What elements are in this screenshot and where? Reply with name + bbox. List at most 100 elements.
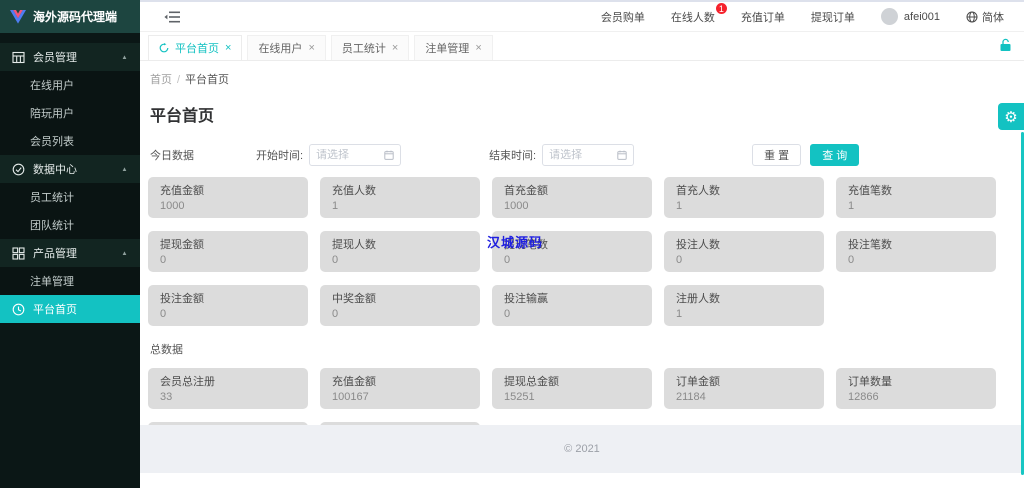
close-icon[interactable]: ×: [225, 42, 231, 54]
calendar-icon: [384, 150, 394, 160]
sidebar-item-online-users[interactable]: 在线用户: [0, 71, 140, 99]
start-date-picker[interactable]: [309, 144, 402, 166]
stat-label: 首充人数: [676, 185, 720, 197]
reset-button[interactable]: 重 置: [752, 144, 802, 166]
brand-logo: 海外源码代理端: [0, 0, 140, 33]
language-label: 简体: [982, 11, 1004, 24]
sidebar-group-product-mgmt[interactable]: 产品管理 ▲: [0, 239, 140, 267]
stat-card-total-win-amount: 中奖金额43: [320, 422, 480, 425]
online-count-badge: 1: [714, 1, 728, 15]
stat-label: 注册人数: [676, 293, 720, 305]
stat-card-recharge-amount: 充值金额 1000: [148, 177, 308, 218]
end-date-picker[interactable]: [542, 144, 635, 166]
stat-value: 1000: [504, 200, 529, 212]
sidebar-item-label: 陪玩用户: [30, 108, 74, 120]
stat-value: 0: [504, 254, 511, 266]
stat-card-total-withdraw: 提现总金额 15251: [492, 368, 652, 409]
topbar-right: 会员购单 在线人数 1 充值订单 提现订单 afei001 简体: [601, 1, 1004, 25]
stat-value: 1: [676, 308, 683, 320]
lock-tabs-button[interactable]: [999, 38, 1012, 52]
end-date-input[interactable]: [549, 149, 618, 161]
stat-value: 21184: [676, 391, 706, 403]
stat-card-total-members: 会员总注册 33: [148, 368, 308, 409]
breadcrumb-home[interactable]: 首页: [150, 74, 172, 86]
close-icon[interactable]: ×: [308, 42, 314, 54]
stat-label: 订单数量: [848, 376, 892, 388]
breadcrumb: 首页 / 平台首页: [150, 71, 996, 87]
sidebar: 海外源码代理端 会员管理 ▲ 在线用户 陪玩用户 会员列表 数据中心 ▲ 员工统…: [0, 0, 140, 488]
close-icon[interactable]: ×: [475, 42, 481, 54]
sidebar-item-escort-users[interactable]: 陪玩用户: [0, 99, 140, 127]
stat-value: 100167: [332, 391, 369, 403]
menu-fold-icon: [164, 11, 180, 22]
stat-card-recharge-people: 充值人数 1: [320, 177, 480, 218]
sidebar-group-label: 数据中心: [33, 164, 77, 176]
stat-value: 1: [676, 200, 683, 212]
sidebar-item-platform-home[interactable]: 平台首页: [0, 295, 140, 323]
avatar: [880, 8, 898, 25]
topbar-link-online-count[interactable]: 在线人数 1: [671, 1, 728, 25]
stat-value: 0: [160, 254, 167, 266]
sidebar-menu: 会员管理 ▲ 在线用户 陪玩用户 会员列表 数据中心 ▲ 员工统计 团队统计 产…: [0, 33, 140, 488]
sidebar-group-data-center[interactable]: 数据中心 ▲: [0, 155, 140, 183]
sidebar-collapse-button[interactable]: [164, 10, 180, 24]
search-button[interactable]: 查 询: [810, 144, 860, 166]
stat-card-withdraw-people: 提现人数 0: [320, 231, 480, 272]
globe-icon: [966, 11, 978, 22]
stat-label: 中奖金额: [332, 293, 376, 305]
start-time-label: 开始时间:: [256, 150, 304, 162]
stat-label: 提现金额: [160, 239, 204, 251]
sidebar-item-label: 会员列表: [30, 136, 74, 148]
stat-card-bet-winloss: 投注输赢 0: [492, 285, 652, 326]
stat-value: 12866: [848, 391, 879, 403]
stat-label: 订单金额: [676, 376, 720, 388]
sidebar-item-staff-stats[interactable]: 员工统计: [0, 183, 140, 211]
breadcrumb-separator: /: [177, 74, 181, 86]
stat-value: 1: [848, 200, 855, 212]
sidebar-item-bet-orders[interactable]: 注单管理: [0, 267, 140, 295]
language-switcher[interactable]: 简体: [966, 9, 1004, 25]
page-content: 首页 / 平台首页 平台首页 今日数据 开始时间: 结束时间:: [140, 61, 1024, 425]
stat-value: 1: [332, 200, 339, 212]
total-data-label: 总数据: [150, 344, 183, 356]
settings-drawer-button[interactable]: ⚙: [998, 103, 1024, 130]
user-menu[interactable]: afei001: [880, 8, 940, 25]
stat-label: 会员总注册: [160, 376, 215, 388]
tab-staff-stats[interactable]: 员工统计 ×: [330, 35, 410, 60]
total-cards-grid: 会员总注册 33 充值金额 100167 提现总金额 15251 订单金额 21184 …: [148, 368, 996, 425]
stat-value: 0: [676, 254, 683, 266]
sidebar-item-label: 团队统计: [30, 220, 74, 232]
tab-online-users[interactable]: 在线用户 ×: [247, 35, 326, 60]
tab-label: 员工统计: [341, 43, 386, 55]
stat-card-total-recharge: 充值金额 100167: [320, 368, 480, 409]
today-data-label: 今日数据: [150, 150, 194, 162]
start-date-input[interactable]: [316, 149, 385, 161]
stat-label: 提现人数: [332, 239, 376, 251]
stat-card-bet-amount: 投注金额 0: [148, 285, 308, 326]
topbar-link-recharge-orders[interactable]: 充值订单: [741, 9, 785, 25]
page-title: 平台首页: [150, 108, 215, 125]
sidebar-item-team-stats[interactable]: 团队统计: [0, 211, 140, 239]
stat-value: 0: [848, 254, 855, 266]
breadcrumb-current: 平台首页: [185, 74, 230, 86]
topbar-link-withdraw-orders[interactable]: 提现订单: [811, 9, 855, 25]
page-footer: © 2021: [140, 425, 1024, 473]
close-icon[interactable]: ×: [392, 42, 398, 54]
stat-card-order-winloss: 订单输赢-4548: [148, 422, 308, 425]
stat-card-first-recharge-amount: 首充金额 1000: [492, 177, 652, 218]
sidebar-item-member-list[interactable]: 会员列表: [0, 127, 140, 155]
refresh-icon: [159, 43, 169, 53]
bottom-strip: [140, 473, 1024, 488]
circle-check-icon: [12, 163, 25, 175]
today-cards-grid: 充值金额 1000 充值人数 1 首充金额 1000 首充人数 1 充值笔数 1 提现金额…: [148, 177, 996, 326]
gear-icon: ⚙: [1004, 108, 1018, 126]
topbar-link-member-orders[interactable]: 会员购单: [601, 9, 645, 25]
stat-label: 充值笔数: [848, 185, 892, 197]
stat-label: 首充金额: [504, 185, 548, 197]
stat-value: 1000: [160, 200, 185, 212]
tab-bet-orders[interactable]: 注单管理 ×: [414, 35, 493, 60]
sidebar-group-member-mgmt[interactable]: 会员管理 ▲: [0, 43, 140, 71]
tab-label: 平台首页: [175, 43, 219, 55]
stat-card-bet-people: 投注人数 0: [664, 231, 824, 272]
tab-platform-home[interactable]: 平台首页 ×: [148, 35, 243, 60]
